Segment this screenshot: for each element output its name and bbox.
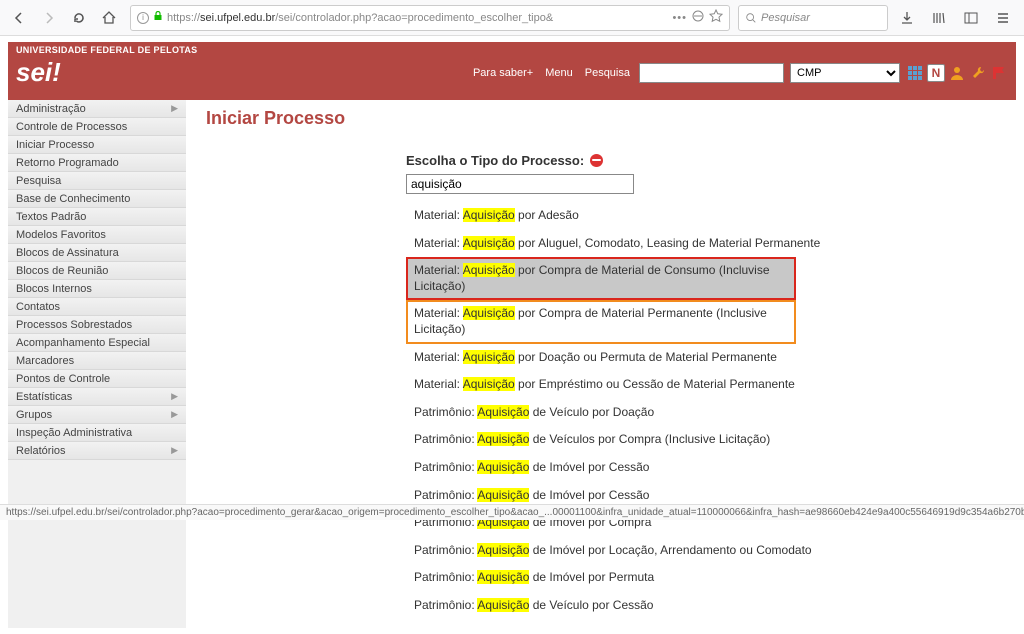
search-placeholder: Pesquisar — [761, 12, 810, 24]
library-button[interactable] — [924, 5, 954, 31]
process-type-item[interactable]: Patrimônio: Aquisição de Veículo por Ces… — [406, 592, 996, 620]
process-type-item[interactable]: Material: Aquisição por Compra de Materi… — [406, 300, 796, 343]
menu-button[interactable] — [988, 5, 1018, 31]
sidebar-item[interactable]: Pesquisa — [8, 172, 186, 190]
header-search-input[interactable] — [639, 63, 784, 83]
reader-icon[interactable] — [691, 9, 705, 26]
app-header: UNIVERSIDADE FEDERAL DE PELOTAS sei! Par… — [8, 42, 1016, 100]
process-type-item[interactable]: Material: Aquisição por Empréstimo ou Ce… — [406, 371, 996, 399]
institution-label: UNIVERSIDADE FEDERAL DE PELOTAS — [16, 45, 1008, 55]
sei-logo[interactable]: sei! — [16, 57, 61, 88]
page-title: Iniciar Processo — [206, 108, 996, 129]
process-type-item[interactable]: Material: Aquisição por Aluguel, Comodat… — [406, 230, 996, 258]
chevron-right-icon: ▶ — [171, 445, 178, 456]
browser-search[interactable]: Pesquisar — [738, 5, 888, 31]
sidebar: Administração▶Controle de ProcessosInici… — [8, 100, 186, 628]
info-icon: i — [137, 12, 149, 24]
sidebar-item[interactable]: Grupos▶ — [8, 406, 186, 424]
wrench-icon[interactable] — [969, 64, 987, 82]
sidebar-item[interactable]: Controle de Processos — [8, 118, 186, 136]
process-type-item[interactable]: Material: Aquisição por Adesão — [406, 202, 996, 230]
process-type-item[interactable]: Patrimônio: Aquisição de Imóvel por Cess… — [406, 454, 996, 482]
url-text: https://sei.ufpel.edu.br/sei/controlador… — [167, 12, 668, 24]
grid-icon[interactable] — [906, 64, 924, 82]
process-type-item[interactable]: Material: Aquisição por Doação ou Permut… — [406, 344, 996, 372]
downloads-button[interactable] — [892, 5, 922, 31]
collapse-icon[interactable] — [590, 154, 603, 167]
home-button[interactable] — [96, 5, 122, 31]
sidebar-item[interactable]: Textos Padrão — [8, 208, 186, 226]
process-type-item[interactable]: Patrimônio: Aquisição de Veículos por Co… — [406, 426, 996, 454]
sidebar-item[interactable]: Acompanhamento Especial — [8, 334, 186, 352]
sidebar-item[interactable]: Contatos — [8, 298, 186, 316]
sidebar-item[interactable]: Base de Conhecimento — [8, 190, 186, 208]
chevron-right-icon: ▶ — [171, 409, 178, 420]
chevron-right-icon: ▶ — [171, 103, 178, 114]
sidebar-item[interactable]: Blocos Internos — [8, 280, 186, 298]
process-type-list: Material: Aquisição por AdesãoMaterial: … — [406, 202, 996, 620]
link-pesquisa[interactable]: Pesquisa — [585, 67, 630, 79]
process-type-item[interactable]: Patrimônio: Aquisição de Veículo por Doa… — [406, 399, 996, 427]
process-type-item[interactable]: Material: Aquisição por Compra de Materi… — [406, 257, 796, 300]
back-button[interactable] — [6, 5, 32, 31]
sidebar-item[interactable]: Inspeção Administrativa — [8, 424, 186, 442]
sidebar-item[interactable]: Marcadores — [8, 352, 186, 370]
user-icon[interactable] — [948, 64, 966, 82]
link-menu[interactable]: Menu — [545, 67, 573, 79]
section-label: Escolha o Tipo do Processo: — [406, 153, 996, 168]
address-bar[interactable]: i https://sei.ufpel.edu.br/sei/controlad… — [130, 5, 730, 31]
sidebar-item[interactable]: Relatórios▶ — [8, 442, 186, 460]
process-type-item[interactable]: Patrimônio: Aquisição de Imóvel por Loca… — [406, 537, 996, 565]
browser-toolbar: i https://sei.ufpel.edu.br/sei/controlad… — [0, 0, 1024, 36]
chevron-right-icon: ▶ — [171, 391, 178, 402]
sidebar-item[interactable]: Pontos de Controle — [8, 370, 186, 388]
exit-icon[interactable] — [990, 64, 1008, 82]
sidebar-item[interactable]: Iniciar Processo — [8, 136, 186, 154]
sidebar-item[interactable]: Processos Sobrestados — [8, 316, 186, 334]
unit-select[interactable]: CMP — [790, 63, 900, 83]
search-icon — [745, 12, 757, 24]
star-icon[interactable] — [709, 9, 723, 26]
sidebar-item[interactable]: Retorno Programado — [8, 154, 186, 172]
sidebar-button[interactable] — [956, 5, 986, 31]
sidebar-item[interactable]: Blocos de Assinatura — [8, 244, 186, 262]
forward-button[interactable] — [36, 5, 62, 31]
novidades-icon[interactable]: N — [927, 64, 945, 82]
lock-icon — [153, 11, 163, 24]
sidebar-item[interactable]: Estatísticas▶ — [8, 388, 186, 406]
status-bar: https://sei.ufpel.edu.br/sei/controlador… — [0, 504, 1024, 520]
reload-button[interactable] — [66, 5, 92, 31]
sidebar-item[interactable]: Administração▶ — [8, 100, 186, 118]
ellipsis-icon[interactable]: ••• — [672, 12, 687, 24]
sidebar-item[interactable]: Modelos Favoritos — [8, 226, 186, 244]
filter-input[interactable] — [406, 174, 634, 194]
link-para-saber[interactable]: Para saber+ — [473, 67, 533, 79]
process-type-item[interactable]: Patrimônio: Aquisição de Imóvel por Perm… — [406, 564, 996, 592]
sidebar-item[interactable]: Blocos de Reunião — [8, 262, 186, 280]
